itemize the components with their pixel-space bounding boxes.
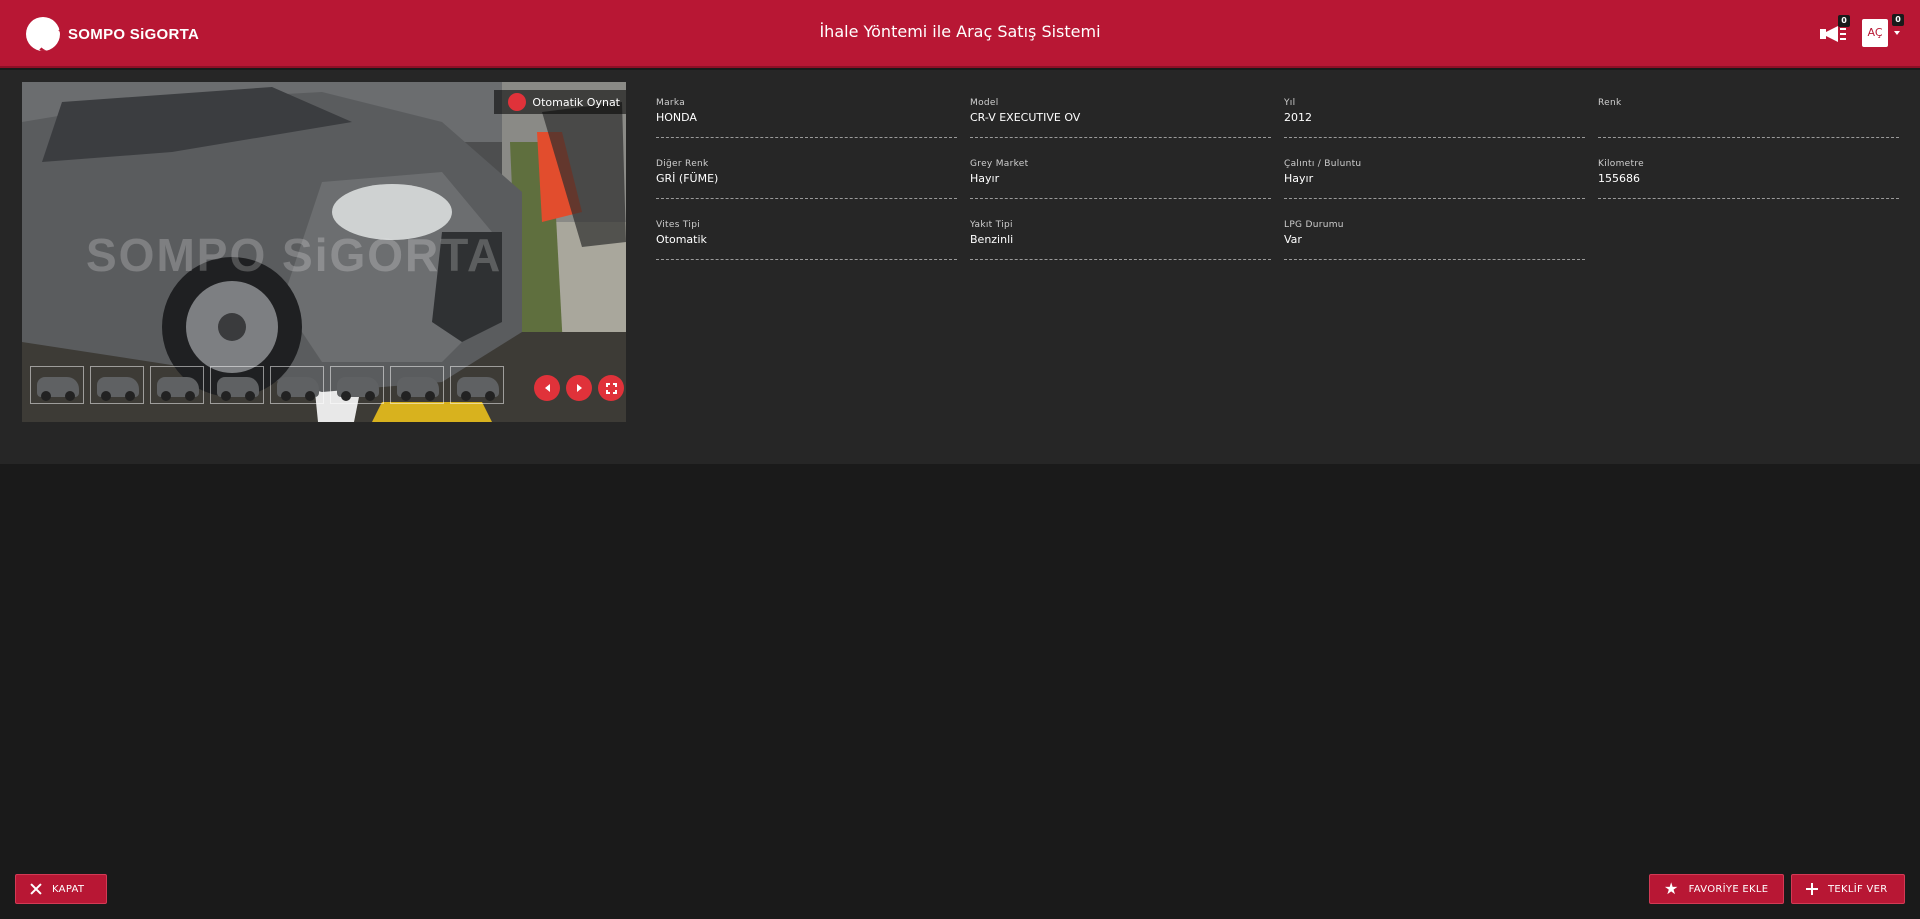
thumbnail[interactable] [330,366,384,404]
field-yakit-tipi: Yakıt Tipi Benzinli [970,220,1271,260]
add-favorite-button[interactable]: ★ FAVORİYE EKLE [1649,874,1784,904]
star-icon: ★ [1664,879,1679,898]
photo-gallery[interactable]: SOMPO SiGORTA Otomatik Oynat [22,82,626,422]
chevron-left-icon [544,384,550,392]
fullscreen-button[interactable] [598,375,624,401]
field-lpg-durumu: LPG Durumu Var [1284,220,1585,260]
field-renk: Renk [1598,98,1899,138]
fullscreen-icon [605,382,617,394]
add-favorite-label: FAVORİYE EKLE [1688,883,1769,895]
field-diger-renk: Diğer Renk GRİ (FÜME) [656,159,957,199]
chevron-down-icon [1894,31,1900,35]
thumbnail[interactable] [270,366,324,404]
field-grey-market: Grey Market Hayır [970,159,1271,199]
field-vites-tipi: Vites Tipi Otomatik [656,220,957,260]
thumbnail[interactable] [90,366,144,404]
thumbnail[interactable] [150,366,204,404]
toggle-icon [508,93,527,111]
announcements-button[interactable]: 0 [1820,15,1850,46]
announcements-badge: 0 [1838,15,1850,27]
thumbnail[interactable] [390,366,444,404]
thumbnail[interactable] [30,366,84,404]
close-button-label: KAPAT [52,883,85,895]
autoplay-toggle[interactable]: Otomatik Oynat [494,90,626,114]
field-yil: Yıl 2012 [1284,98,1585,138]
make-offer-label: TEKLİF VER [1828,883,1888,895]
autoplay-label: Otomatik Oynat [532,95,620,109]
field-kilometre: Kilometre 155686 [1598,159,1899,199]
thumbnail[interactable] [450,366,504,404]
field-calinti-buluntu: Çalıntı / Buluntu Hayır [1284,159,1585,199]
previous-photo-button[interactable] [534,375,560,401]
chevron-right-icon [576,384,582,392]
user-menu[interactable]: AÇ 0 [1862,14,1904,47]
field-model: Model CR-V EXECUTIVE OV [970,98,1271,138]
page-title: İhale Yöntemi ile Araç Satış Sistemi [819,22,1101,41]
watermark: SOMPO SiGORTA [86,229,503,281]
thumbnail-strip [30,366,504,404]
user-badge: 0 [1892,14,1904,26]
make-offer-button[interactable]: TEKLİF VER [1791,874,1905,904]
avatar: AÇ [1862,19,1888,47]
thumbnail[interactable] [210,366,264,404]
next-photo-button[interactable] [566,375,592,401]
app-header: SOMPO SiGORTA İhale Yöntemi ile Araç Sat… [0,0,1920,68]
close-button[interactable]: KAPAT [15,874,107,904]
field-marka: Marka HONDA [656,98,957,138]
close-icon [30,883,42,895]
plus-icon [1806,883,1818,895]
